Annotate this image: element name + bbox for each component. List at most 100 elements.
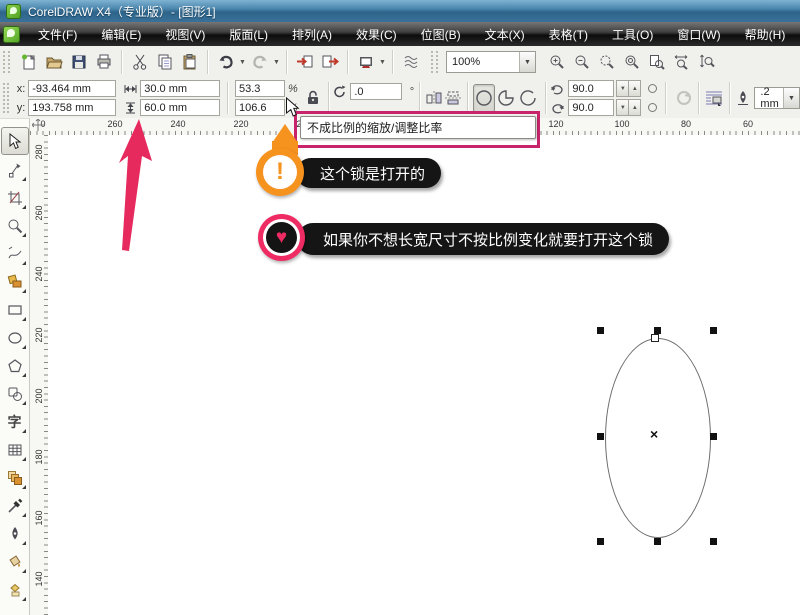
menu-tools[interactable]: 工具(O) <box>602 23 663 46</box>
tool-pick[interactable] <box>1 127 29 155</box>
menu-effects[interactable]: 效果(C) <box>346 23 407 46</box>
toolbar-grip[interactable] <box>3 83 9 113</box>
zoom-page-width-button[interactable] <box>669 50 694 75</box>
ellipse-node[interactable] <box>651 334 659 342</box>
arc-mode-button[interactable] <box>517 84 539 113</box>
zoom-page-button[interactable] <box>644 50 669 75</box>
tool-basic-shapes[interactable] <box>2 381 28 407</box>
chevron-down-icon[interactable]: ▼ <box>519 52 535 72</box>
zoom-selected-button[interactable] <box>594 50 619 75</box>
new-document-button[interactable] <box>16 50 41 75</box>
tool-zoom[interactable] <box>2 213 28 239</box>
advice-callout: 如果你不想长宽尺寸不按比例变化就要打开这个锁 <box>297 223 669 255</box>
ruler-origin-icon[interactable] <box>32 119 46 133</box>
redo-button[interactable] <box>247 50 272 75</box>
mirror-horizontal-button[interactable] <box>424 86 443 111</box>
toolbar-grip[interactable] <box>431 51 438 73</box>
zoom-width-icon <box>673 53 691 71</box>
launcher-dropdown[interactable]: ▼ <box>378 50 387 75</box>
menu-table[interactable]: 表格(T) <box>539 23 598 46</box>
copy-icon <box>156 53 174 71</box>
import-button[interactable] <box>292 50 317 75</box>
undo-dropdown[interactable]: ▼ <box>238 50 247 75</box>
rotate-cw-icon <box>550 102 565 114</box>
change-direction-button[interactable] <box>674 86 693 111</box>
selection-handle-bottom-center[interactable] <box>654 538 661 545</box>
menu-bitmaps[interactable]: 位图(B) <box>411 23 471 46</box>
interactive-fill-tool-icon <box>7 582 23 598</box>
paste-button[interactable] <box>177 50 202 75</box>
menu-layout[interactable]: 版面(L) <box>219 23 278 46</box>
save-button[interactable] <box>66 50 91 75</box>
zoom-page-height-button[interactable] <box>694 50 719 75</box>
menu-window[interactable]: 窗口(W) <box>667 23 730 46</box>
tool-blend[interactable] <box>2 465 28 491</box>
document-app-icon[interactable] <box>3 26 20 43</box>
tool-smart-fill[interactable] <box>2 269 28 295</box>
coreldraw-logo-icon <box>6 4 21 19</box>
mirror-vertical-button[interactable] <box>443 86 462 111</box>
rotation-angle-field[interactable]: .0 <box>350 83 402 100</box>
zoom-in-button[interactable] <box>544 50 569 75</box>
tool-text[interactable]: 字 <box>2 409 28 435</box>
tool-shape[interactable] <box>2 157 28 183</box>
tool-fill[interactable] <box>2 549 28 575</box>
export-button[interactable] <box>317 50 342 75</box>
welcome-screen-button[interactable] <box>398 50 423 75</box>
tool-rectangle[interactable] <box>2 297 28 323</box>
zoom-out-button[interactable] <box>569 50 594 75</box>
toolbar-grip[interactable] <box>3 51 10 73</box>
object-width-field[interactable]: 30.0 mm <box>140 80 220 97</box>
tool-outline-pen[interactable] <box>2 521 28 547</box>
spinner-up-icon[interactable]: ▲ <box>628 99 641 116</box>
toolbar-separator <box>347 50 348 74</box>
outline-width-combo[interactable]: .2 mm ▼ <box>754 87 800 109</box>
arc-start-angle-field[interactable]: 90.0 <box>568 80 614 97</box>
zoom-page-icon <box>648 53 666 71</box>
titlebar[interactable]: CorelDRAW X4（专业版）- [图形1] <box>0 0 800 23</box>
wrap-text-button[interactable] <box>704 86 724 111</box>
object-height-field[interactable]: 60.0 mm <box>140 99 220 116</box>
menu-help[interactable]: 帮助(H) <box>735 23 796 46</box>
menu-arrange[interactable]: 排列(A) <box>282 23 342 46</box>
undo-button[interactable] <box>213 50 238 75</box>
crop-tool-icon <box>7 190 23 206</box>
arc-end-angle-field[interactable]: 90.0 <box>568 99 614 116</box>
x-position-field[interactable]: -93.464 mm <box>28 80 116 97</box>
y-position-field[interactable]: 193.758 mm <box>28 99 116 116</box>
selection-handle-bottom-left[interactable] <box>597 538 604 545</box>
chevron-down-icon[interactable]: ▼ <box>783 88 799 108</box>
scale-ratio-lock-button[interactable] <box>304 86 323 111</box>
menu-text[interactable]: 文本(X) <box>475 23 535 46</box>
menu-edit[interactable]: 编辑(E) <box>91 23 151 46</box>
tool-polygon[interactable] <box>2 353 28 379</box>
selection-handle-top-left[interactable] <box>597 327 604 334</box>
application-launcher-button[interactable] <box>353 50 378 75</box>
selection-handle-bottom-right[interactable] <box>710 538 717 545</box>
tool-freehand[interactable] <box>2 241 28 267</box>
pie-mode-button[interactable] <box>495 84 517 113</box>
selection-handle-top-right[interactable] <box>710 327 717 334</box>
redo-dropdown[interactable]: ▼ <box>272 50 281 75</box>
ellipse-mode-button[interactable] <box>473 84 495 113</box>
tool-ellipse[interactable] <box>2 325 28 351</box>
spinner-up-icon[interactable]: ▲ <box>628 80 641 97</box>
menu-view[interactable]: 视图(V) <box>155 23 215 46</box>
open-button[interactable] <box>41 50 66 75</box>
tool-eyedropper[interactable] <box>2 493 28 519</box>
print-button[interactable] <box>91 50 116 75</box>
coreldraw-window: CorelDRAW X4（专业版）- [图形1] 文件(F) 编辑(E) 视图(… <box>0 0 800 615</box>
tool-crop[interactable] <box>2 185 28 211</box>
tool-interactive-fill[interactable] <box>2 577 28 603</box>
scale-vertical-field[interactable]: 106.6 <box>235 99 285 116</box>
selection-handle-middle-right[interactable] <box>710 433 717 440</box>
selection-handle-top-center[interactable] <box>654 327 661 334</box>
zoom-level-combo[interactable]: 100% ▼ <box>446 51 536 73</box>
tool-table[interactable] <box>2 437 28 463</box>
scale-horizontal-field[interactable]: 53.3 <box>235 80 285 97</box>
selection-handle-middle-left[interactable] <box>597 433 604 440</box>
copy-button[interactable] <box>152 50 177 75</box>
cut-button[interactable] <box>127 50 152 75</box>
menu-file[interactable]: 文件(F) <box>28 23 87 46</box>
zoom-all-objects-button[interactable] <box>619 50 644 75</box>
